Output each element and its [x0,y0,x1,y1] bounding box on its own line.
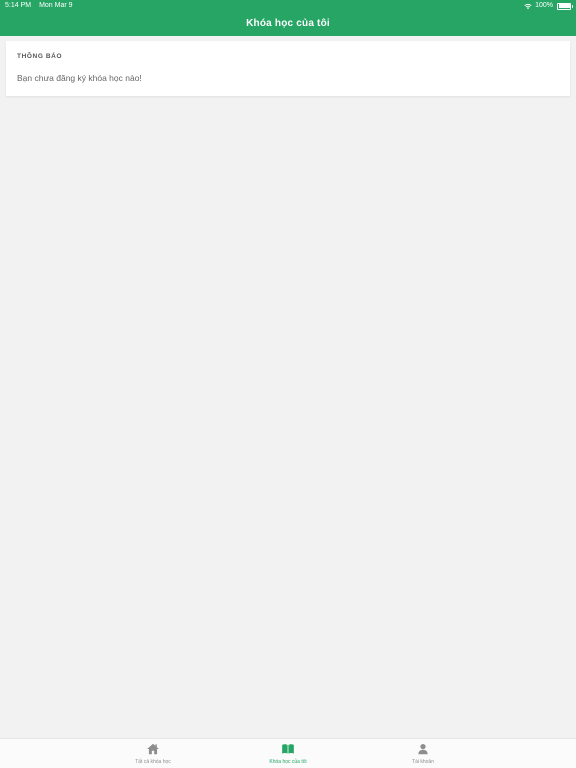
status-left: 5:14 PM Mon Mar 9 [5,0,81,12]
battery-percentage: 100% [535,2,553,9]
tab-all-courses[interactable]: Tất cả khóa học [103,742,203,768]
tab-my-courses-label: Khóa học của tôi [269,759,307,765]
app-header: 5:14 PM Mon Mar 9 100% Khóa học của tôi [0,0,576,36]
status-bar: 5:14 PM Mon Mar 9 100% [0,0,576,12]
person-icon [418,744,428,755]
book-icon [282,744,294,754]
status-time: 5:14 PM [5,2,32,9]
notice-card: THÔNG BÁO Bạn chưa đăng ký khóa học nào! [6,41,570,96]
notice-title: THÔNG BÁO [17,53,63,60]
tab-bar: Tất cả khóa học Khóa học của tôi Tài kho… [0,738,576,768]
tab-my-courses[interactable]: Khóa học của tôi [238,742,338,768]
wifi-icon [524,3,532,9]
home-icon [147,743,159,755]
status-date: Mon Mar 9 [39,2,73,9]
tab-account[interactable]: Tài khoản [373,742,473,768]
page-title: Khóa học của tôi [246,18,330,29]
battery-icon [557,2,573,10]
tab-all-courses-label: Tất cả khóa học [135,759,171,765]
tab-account-label: Tài khoản [412,759,434,765]
status-right: 100% [524,0,573,12]
notice-message: Bạn chưa đăng ký khóa học nào! [17,73,142,83]
